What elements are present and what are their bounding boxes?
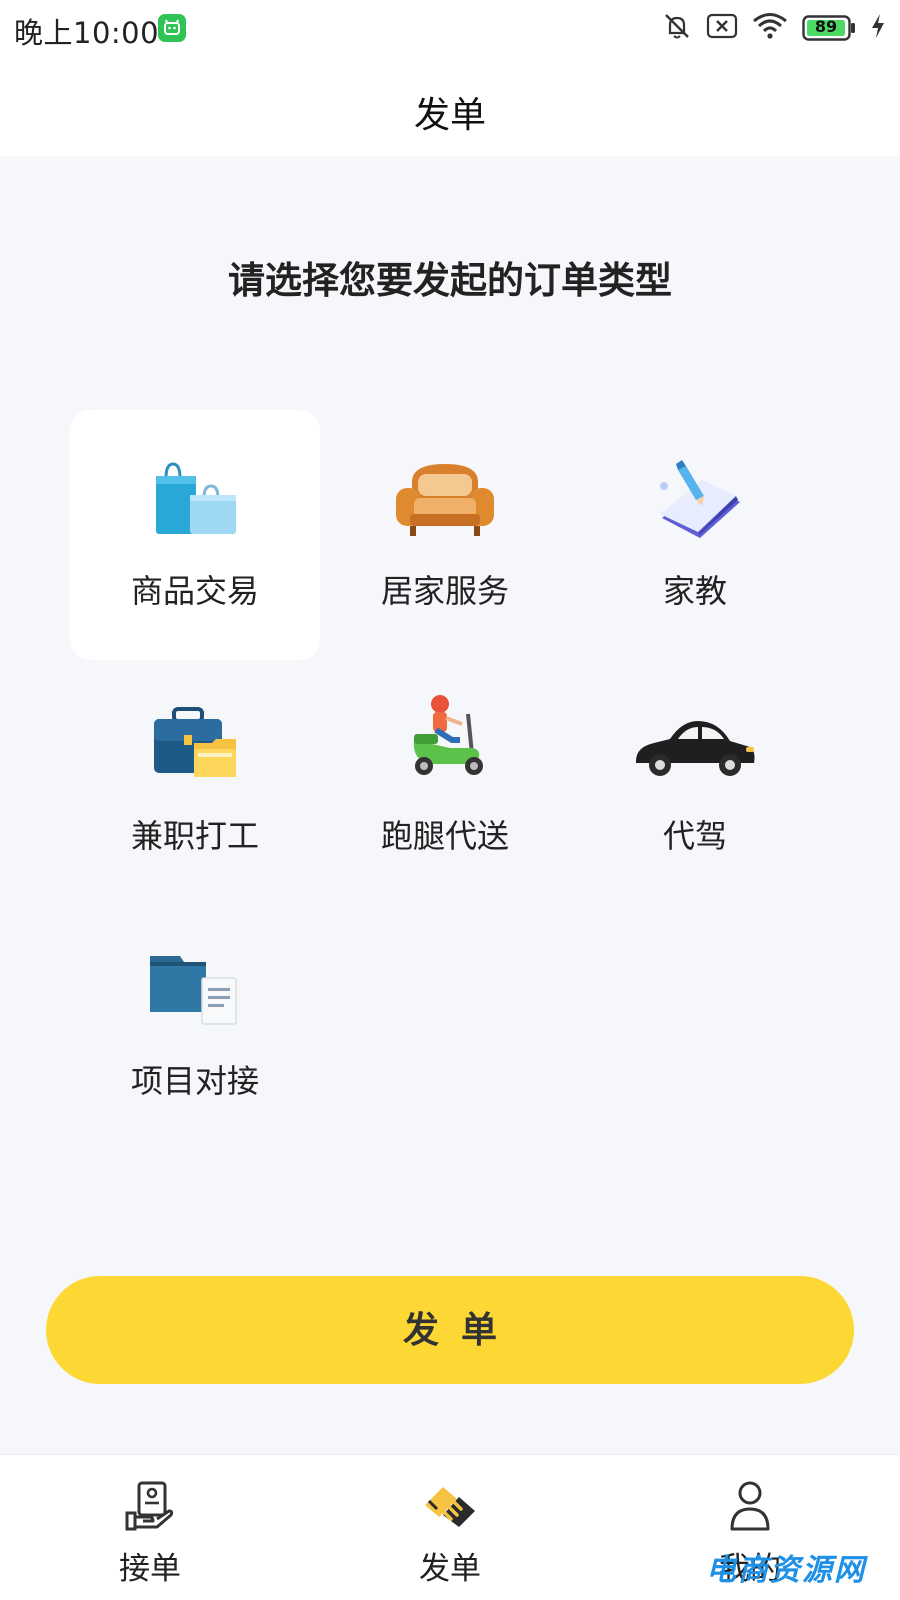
nav-label: 接单 bbox=[119, 1551, 181, 1587]
order-type-label: 居家服务 bbox=[380, 572, 509, 610]
wifi-icon bbox=[752, 12, 788, 44]
no-sim-icon bbox=[706, 13, 738, 43]
submit-order-button[interactable]: 发单 bbox=[46, 1276, 854, 1384]
status-time: 晚上10:00 bbox=[14, 16, 160, 50]
order-type-designated-driver[interactable]: 代驾 bbox=[570, 655, 820, 905]
order-type-label: 家教 bbox=[662, 572, 727, 610]
sofa-icon bbox=[390, 460, 500, 540]
receive-order-icon bbox=[123, 1479, 177, 1533]
profile-icon bbox=[723, 1479, 777, 1533]
order-type-part-time-job[interactable]: 兼职打工 bbox=[70, 655, 320, 905]
order-type-errand-delivery[interactable]: 跑腿代送 bbox=[320, 655, 570, 905]
nav-item-receive-order[interactable]: 接单 bbox=[0, 1455, 300, 1600]
order-type-prompt: 请选择您要发起的订单类型 bbox=[228, 259, 672, 302]
order-type-label: 跑腿代送 bbox=[380, 817, 509, 855]
order-type-tutoring[interactable]: 家教 bbox=[570, 410, 820, 660]
battery-level: 89 bbox=[814, 17, 838, 36]
title-bar: 发单 bbox=[0, 56, 900, 156]
car-icon bbox=[636, 705, 755, 785]
charging-icon bbox=[870, 13, 886, 43]
nav-item-send-order[interactable]: 发单 bbox=[300, 1455, 600, 1600]
shopping-bag-icon bbox=[140, 460, 250, 540]
watermark: 电商资源网 bbox=[706, 1553, 866, 1588]
order-type-goods-trade[interactable]: 商品交易 bbox=[70, 410, 320, 660]
order-type-label: 商品交易 bbox=[130, 572, 259, 610]
order-type-label: 项目对接 bbox=[130, 1062, 259, 1100]
status-bar: 晚上10:00 89 bbox=[0, 0, 900, 56]
nav-label: 发单 bbox=[419, 1551, 481, 1587]
order-type-home-service[interactable]: 居家服务 bbox=[320, 410, 570, 660]
handshake-icon bbox=[423, 1479, 477, 1533]
battery-icon: 89 bbox=[802, 15, 856, 41]
order-type-label: 兼职打工 bbox=[130, 817, 259, 855]
folder-document-icon bbox=[140, 950, 250, 1030]
app-notification-icon bbox=[158, 14, 186, 42]
book-pen-icon bbox=[640, 460, 750, 540]
briefcase-icon bbox=[140, 705, 250, 785]
page-title: 发单 bbox=[413, 95, 486, 136]
scooter-courier-icon bbox=[390, 695, 500, 785]
mute-icon bbox=[662, 11, 692, 45]
order-type-label: 代驾 bbox=[662, 817, 727, 855]
order-type-project-matching[interactable]: 项目对接 bbox=[70, 900, 320, 1150]
